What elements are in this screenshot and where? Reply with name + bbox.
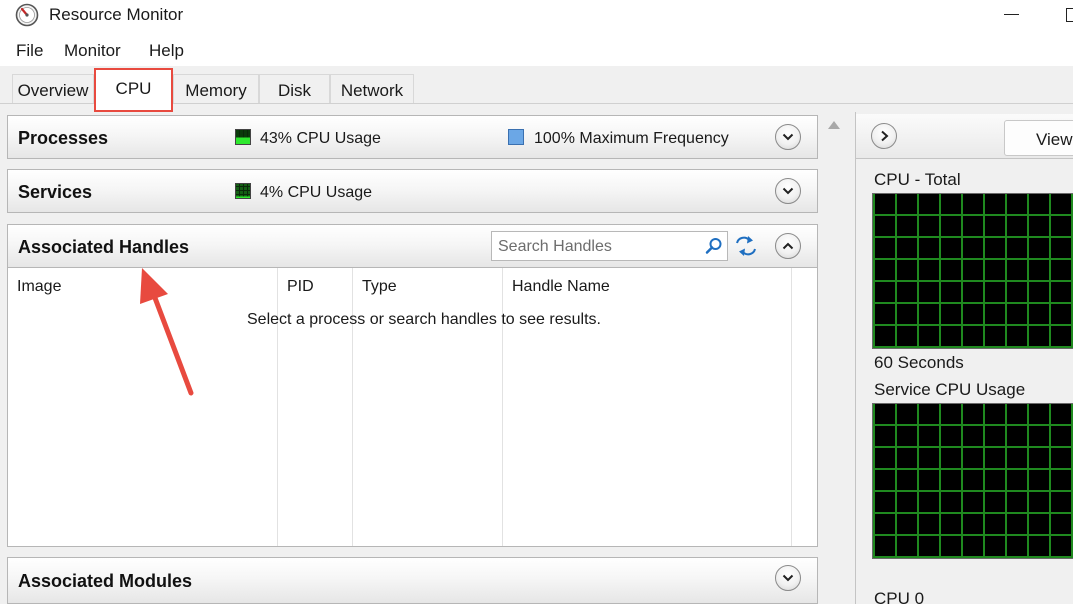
window-title: Resource Monitor [49, 5, 184, 24]
modules-section-header[interactable]: Associated Modules [7, 557, 818, 604]
refresh-search-icon[interactable] [734, 235, 758, 262]
menu-file[interactable]: File [16, 41, 43, 61]
search-handles-input[interactable] [496, 235, 700, 259]
handles-table [7, 268, 818, 547]
empty-results-message: Select a process or search handles to se… [247, 311, 601, 328]
handles-collapse-button[interactable] [775, 233, 801, 259]
column-divider [791, 268, 792, 546]
column-header-image[interactable]: Image [17, 278, 61, 296]
resource-monitor-icon [15, 3, 39, 27]
menu-help[interactable]: Help [149, 41, 184, 61]
time-span-label: 60 Seconds [874, 353, 964, 372]
service-cpu-usage-label: Service CPU Usage [874, 380, 1026, 399]
views-button[interactable]: Views [1004, 120, 1073, 156]
menu-monitor[interactable]: Monitor [64, 41, 121, 61]
tab-cpu[interactable]: CPU [94, 68, 173, 112]
menu-bar: File Monitor Help [0, 36, 1073, 66]
chevron-right-icon [881, 130, 889, 142]
minimize-button[interactable] [1000, 3, 1024, 27]
collapse-graph-panel-button[interactable] [871, 123, 897, 149]
service-cpu-graph [872, 403, 1073, 559]
column-divider [502, 268, 503, 546]
chevron-down-icon [782, 574, 794, 582]
search-handles-box [491, 231, 728, 261]
processes-section-header[interactable]: Processes 43% CPU Usage 100% Maximum Fre… [7, 115, 818, 159]
search-icon[interactable] [705, 237, 723, 260]
tab-memory[interactable]: Memory [173, 74, 259, 103]
processes-max-frequency: 100% Maximum Frequency [534, 130, 729, 147]
maximize-button[interactable] [1062, 3, 1073, 27]
scroll-up-arrow-icon[interactable] [826, 118, 842, 132]
processes-title: Processes [18, 128, 109, 148]
chevron-down-icon [782, 133, 794, 141]
max-frequency-meter-icon [508, 129, 524, 145]
chevron-up-icon [782, 242, 794, 250]
column-header-pid[interactable]: PID [287, 278, 314, 296]
cpu-total-label: CPU - Total [874, 170, 961, 189]
services-expand-button[interactable] [775, 178, 801, 204]
tab-disk[interactable]: Disk [259, 74, 330, 103]
column-divider [277, 268, 278, 546]
column-divider [352, 268, 353, 546]
cpu-total-graph [872, 193, 1073, 349]
handles-title: Associated Handles [18, 237, 190, 257]
processes-expand-button[interactable] [775, 124, 801, 150]
services-cpu-meter-icon [235, 183, 251, 199]
column-header-handle-name[interactable]: Handle Name [512, 278, 610, 296]
tab-network[interactable]: Network [330, 74, 414, 103]
vertical-scrollbar[interactable] [822, 114, 846, 604]
chevron-down-icon [782, 187, 794, 195]
cpu0-label: CPU 0 [874, 589, 925, 608]
tab-overview[interactable]: Overview [12, 74, 94, 103]
processes-cpu-usage: 43% CPU Usage [260, 130, 381, 147]
column-header-type[interactable]: Type [362, 278, 397, 296]
services-cpu-usage: 4% CPU Usage [260, 184, 373, 201]
graph-panel-divider [855, 112, 856, 604]
services-title: Services [18, 182, 93, 202]
modules-title: Associated Modules [18, 571, 193, 591]
services-section-header[interactable]: Services 4% CPU Usage [7, 169, 818, 213]
modules-expand-button[interactable] [775, 565, 801, 591]
cpu-usage-meter-icon [235, 129, 251, 145]
